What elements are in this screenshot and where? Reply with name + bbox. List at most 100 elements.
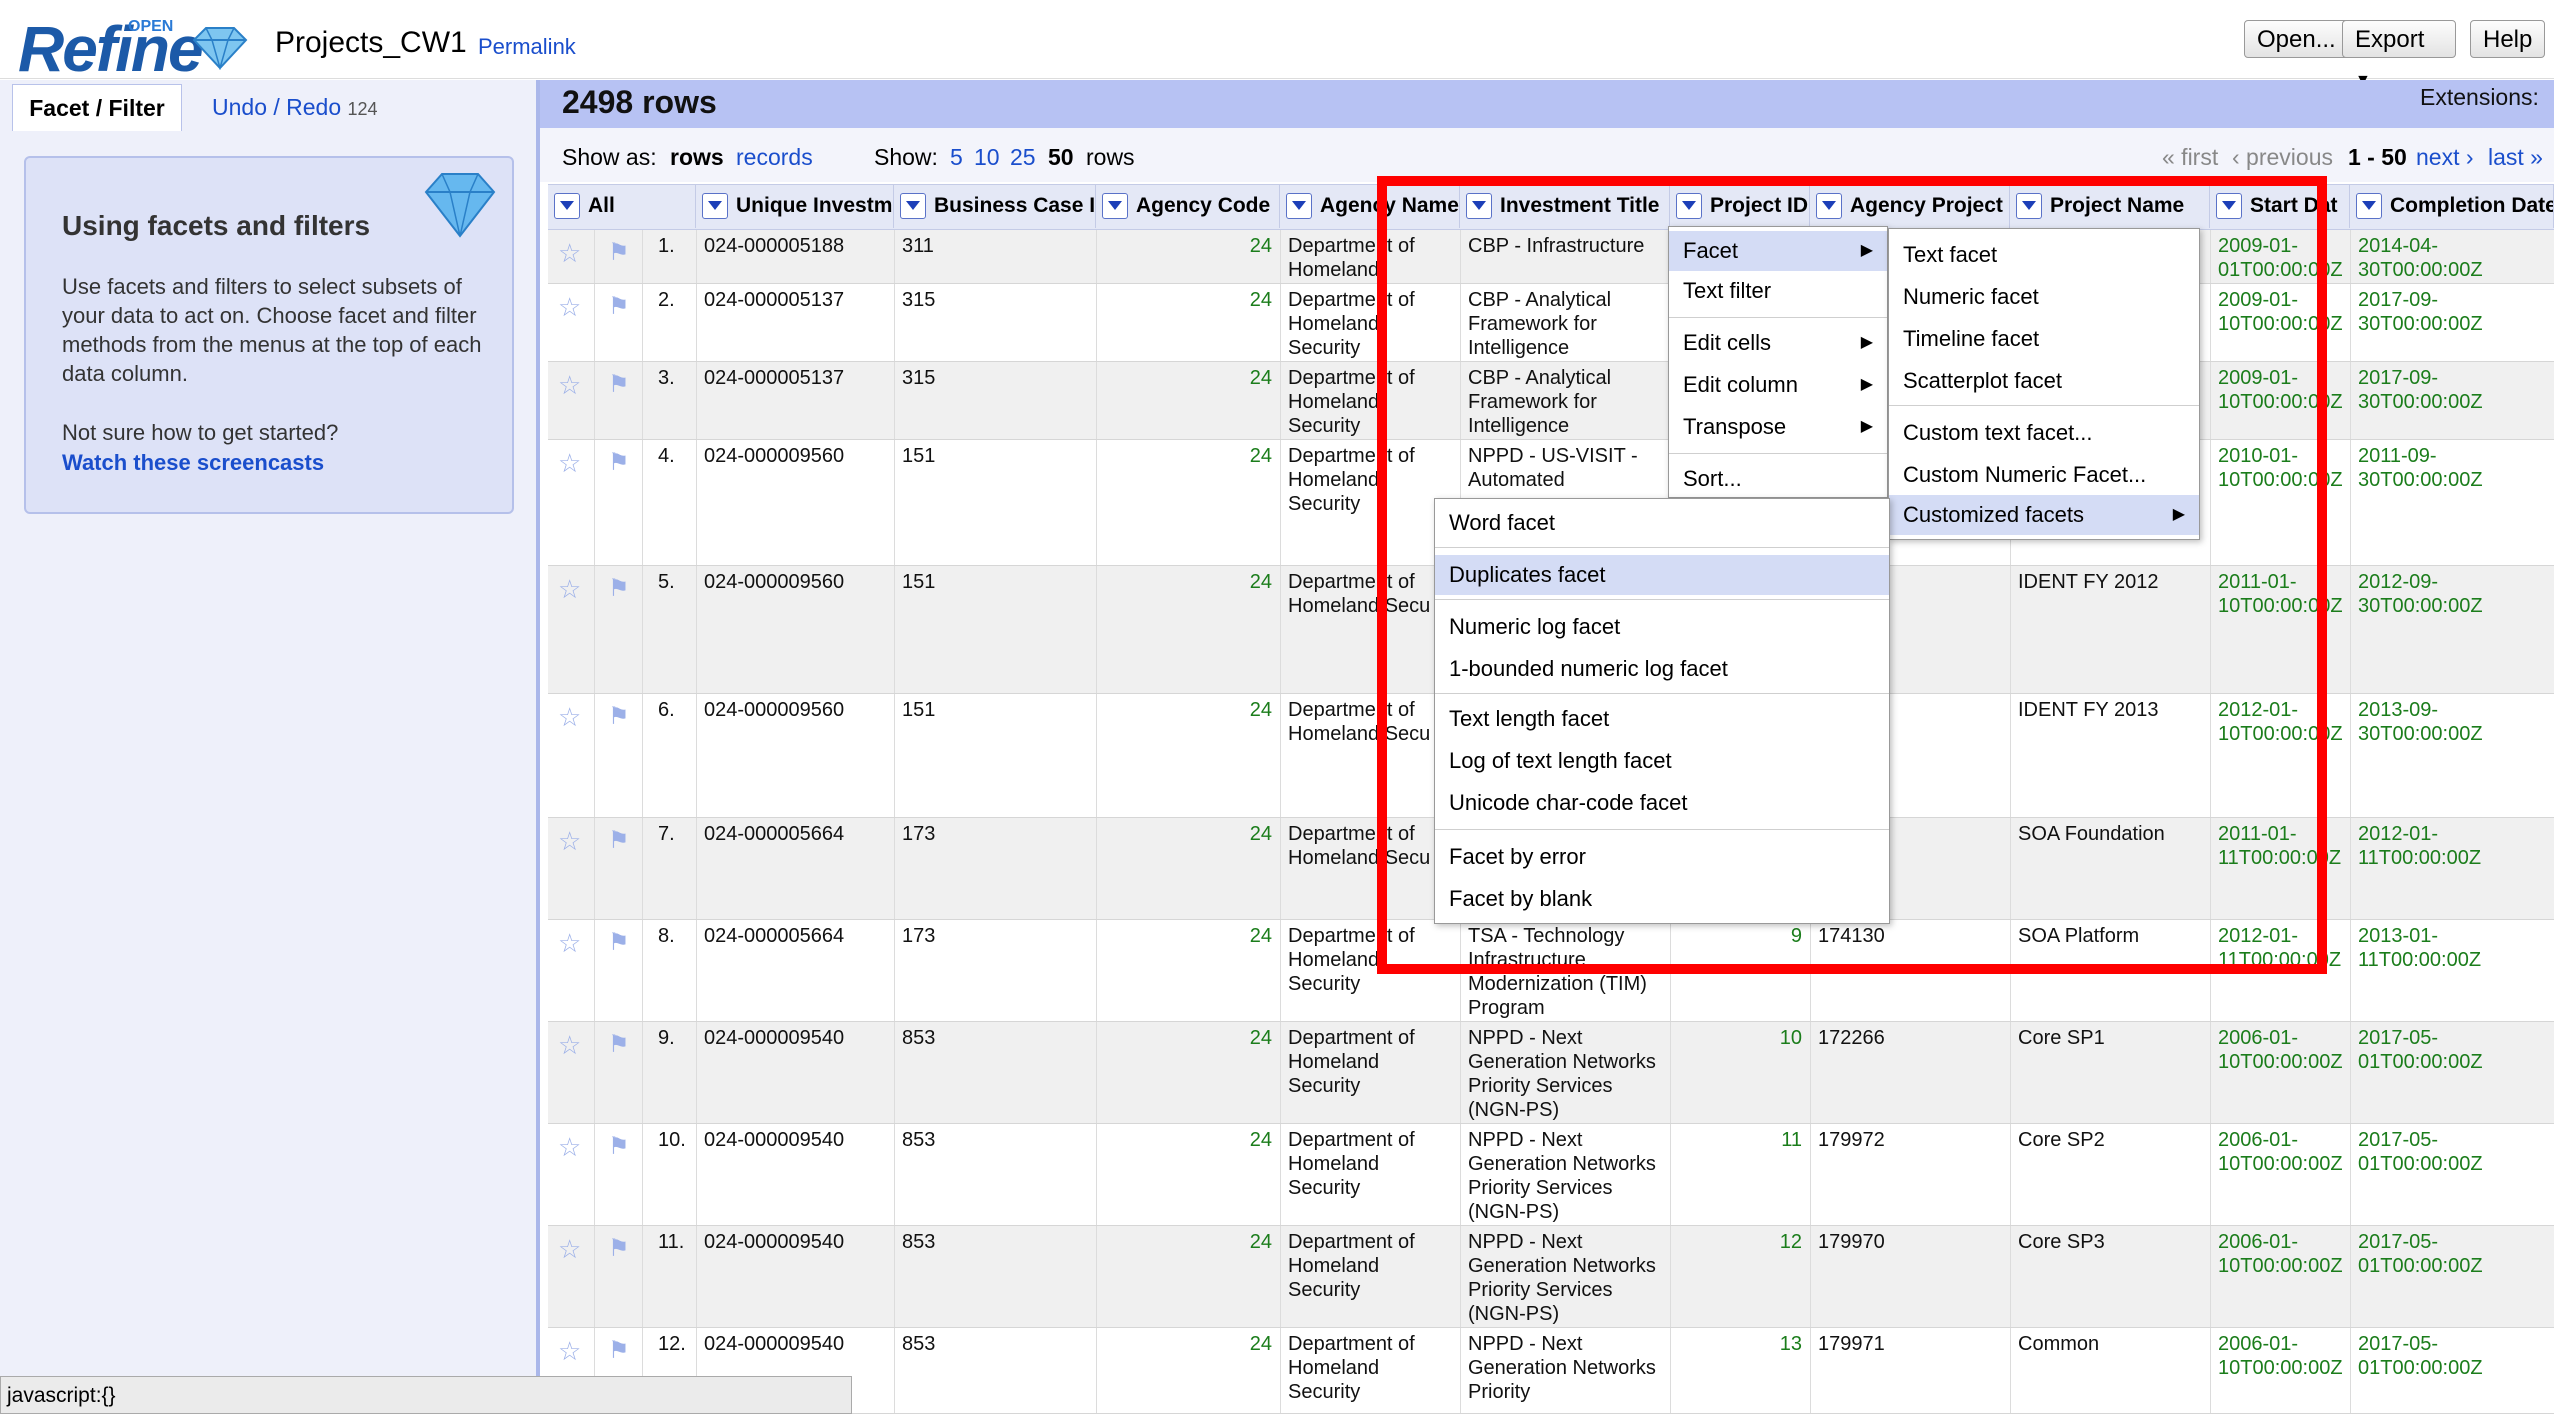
cell-sd[interactable]: 2006-01-10T00:00:00Z (2210, 1022, 2350, 1123)
show-as-records[interactable]: records (736, 144, 813, 171)
star-icon[interactable]: ☆ (558, 928, 581, 959)
cell-uid[interactable]: 024-000005664 (696, 818, 894, 919)
cell-bc[interactable]: 853 (894, 1226, 1096, 1327)
cell-n[interactable]: 3. (650, 362, 702, 439)
cell-ac[interactable]: 24 (1096, 1124, 1280, 1225)
star-icon[interactable]: ☆ (558, 574, 581, 605)
cell-cd[interactable]: 2017-09-30T00:00:00Z (2350, 362, 2554, 439)
cell-apid[interactable]: 179972 (1810, 1124, 2010, 1225)
cell-uid[interactable]: 024-000009560 (696, 440, 894, 565)
cell-uid[interactable]: 024-000009540 (696, 1226, 894, 1327)
column-dropdown-icon[interactable] (1286, 193, 1312, 219)
column-dropdown-icon[interactable] (2356, 193, 2382, 219)
cell-cd[interactable]: 2012-01-11T00:00:00Z (2350, 818, 2554, 919)
cell-ac[interactable]: 24 (1096, 1022, 1280, 1123)
cell-it[interactable]: NPPD - Next Generation Networks Priority (1460, 1328, 1670, 1413)
cell-apid[interactable]: 179970 (1810, 1226, 2010, 1327)
column-dropdown-icon[interactable] (1102, 193, 1128, 219)
col-business-case-header[interactable]: Business Case I (894, 184, 1096, 228)
cell-ac[interactable]: 24 (1096, 920, 1280, 1021)
flag-icon[interactable]: ⚑ (608, 826, 630, 855)
flag-icon[interactable]: ⚑ (608, 292, 630, 321)
cell-uid[interactable]: 024-000005137 (696, 284, 894, 361)
cell-ac[interactable]: 24 (1096, 1226, 1280, 1327)
cell-apid[interactable]: 172266 (1810, 1022, 2010, 1123)
cell-cd[interactable]: 2017-09-30T00:00:00Z (2350, 284, 2554, 361)
show-10[interactable]: 10 (974, 144, 1000, 171)
cell-n[interactable]: 9. (650, 1022, 702, 1123)
cell-cd[interactable]: 2014-04-30T00:00:00Z (2350, 230, 2554, 283)
show-5[interactable]: 5 (950, 144, 963, 171)
cell-n[interactable]: 6. (650, 694, 702, 817)
flag-icon[interactable]: ⚑ (608, 1132, 630, 1161)
cell-ac[interactable]: 24 (1096, 284, 1280, 361)
cell-ac[interactable]: 24 (1096, 694, 1280, 817)
cell-cd[interactable]: 2011-09-30T00:00:00Z (2350, 440, 2554, 565)
flag-icon[interactable]: ⚑ (608, 448, 630, 477)
column-dropdown-icon[interactable] (900, 193, 926, 219)
cell-bc[interactable]: 315 (894, 284, 1096, 361)
show-25[interactable]: 25 (1010, 144, 1036, 171)
next-page-link[interactable]: next › (2416, 144, 2474, 171)
col-completion-date-header[interactable]: Completion Date (2350, 184, 2554, 228)
cell-cd[interactable]: 2017-05-01T00:00:00Z (2350, 1328, 2554, 1413)
cell-bc[interactable]: 853 (894, 1328, 1096, 1413)
cell-ac[interactable]: 24 (1096, 1328, 1280, 1413)
cell-pid[interactable]: 12 (1670, 1226, 1810, 1327)
cell-bc[interactable]: 853 (894, 1022, 1096, 1123)
show-as-rows[interactable]: rows (670, 144, 724, 171)
first-page-link[interactable]: « first (2162, 144, 2218, 171)
column-dropdown-icon[interactable] (554, 193, 580, 219)
refine-logo[interactable]: Refine (18, 12, 204, 86)
cell-cd[interactable]: 2017-05-01T00:00:00Z (2350, 1124, 2554, 1225)
cell-bc[interactable]: 853 (894, 1124, 1096, 1225)
extensions-menu[interactable]: Extensions: (2420, 84, 2539, 111)
cell-bc[interactable]: 151 (894, 694, 1096, 817)
star-icon[interactable]: ☆ (558, 1336, 581, 1367)
cell-apid[interactable]: 179971 (1810, 1328, 2010, 1413)
help-button[interactable]: Help (2470, 20, 2546, 58)
cell-an[interactable]: Department of Homeland Security (1280, 1328, 1460, 1413)
cell-n[interactable]: 7. (650, 818, 702, 919)
cell-uid[interactable]: 024-000005137 (696, 362, 894, 439)
flag-icon[interactable]: ⚑ (608, 370, 630, 399)
cell-bc[interactable]: 173 (894, 818, 1096, 919)
previous-page-link[interactable]: ‹ previous (2232, 144, 2333, 171)
star-icon[interactable]: ☆ (558, 826, 581, 857)
star-icon[interactable]: ☆ (558, 702, 581, 733)
cell-pn[interactable]: Core SP2 (2010, 1124, 2210, 1225)
tab-undo-redo[interactable]: Undo / Redo 124 (212, 84, 378, 130)
cell-uid[interactable]: 024-000005188 (696, 230, 894, 283)
cell-uid[interactable]: 024-000009560 (696, 566, 894, 693)
cell-pn[interactable]: Core SP3 (2010, 1226, 2210, 1327)
cell-sd[interactable]: 2006-01-10T00:00:00Z (2210, 1226, 2350, 1327)
col-agency-code-header[interactable]: Agency Code (1096, 184, 1280, 228)
cell-ac[interactable]: 24 (1096, 818, 1280, 919)
cell-uid[interactable]: 024-000009540 (696, 1124, 894, 1225)
cell-cd[interactable]: 2017-05-01T00:00:00Z (2350, 1226, 2554, 1327)
permalink-link[interactable]: Permalink (478, 34, 576, 60)
cell-n[interactable]: 10. (650, 1124, 702, 1225)
tab-facet-filter[interactable]: Facet / Filter (12, 84, 182, 131)
flag-icon[interactable]: ⚑ (608, 1336, 630, 1365)
star-icon[interactable]: ☆ (558, 1234, 581, 1265)
cell-bc[interactable]: 151 (894, 440, 1096, 565)
cell-ac[interactable]: 24 (1096, 362, 1280, 439)
cell-n[interactable]: 2. (650, 284, 702, 361)
cell-uid[interactable]: 024-000005664 (696, 920, 894, 1021)
cell-uid[interactable]: 024-000009560 (696, 694, 894, 817)
cell-it[interactable]: NPPD - Next Generation Networks Priority… (1460, 1226, 1670, 1327)
cell-pn[interactable]: Core SP1 (2010, 1022, 2210, 1123)
cell-bc[interactable]: 311 (894, 230, 1096, 283)
cell-bc[interactable]: 151 (894, 566, 1096, 693)
star-icon[interactable]: ☆ (558, 1132, 581, 1163)
cell-n[interactable]: 5. (650, 566, 702, 693)
cell-it[interactable]: NPPD - Next Generation Networks Priority… (1460, 1124, 1670, 1225)
cell-bc[interactable]: 173 (894, 920, 1096, 1021)
cell-uid[interactable]: 024-000009540 (696, 1022, 894, 1123)
cell-it[interactable]: NPPD - Next Generation Networks Priority… (1460, 1022, 1670, 1123)
screencasts-link[interactable]: Watch these screencasts (62, 450, 324, 476)
cell-n[interactable]: 4. (650, 440, 702, 565)
cell-n[interactable]: 8. (650, 920, 702, 1021)
cell-n[interactable]: 11. (650, 1226, 702, 1327)
